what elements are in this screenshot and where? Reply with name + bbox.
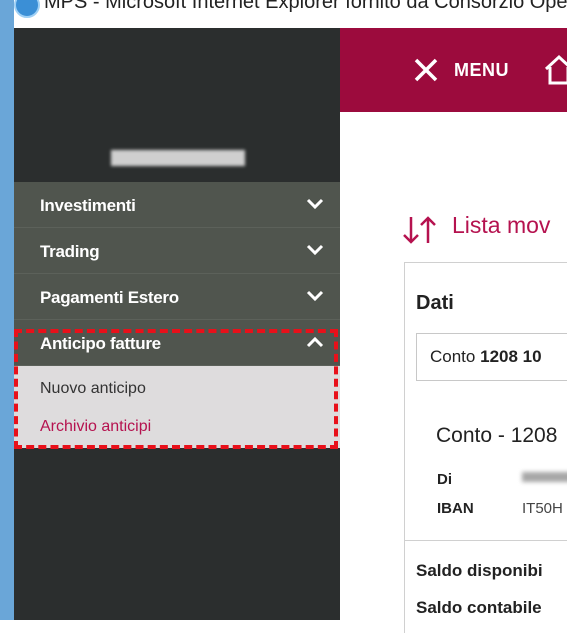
sidebar-item-label: Investimenti bbox=[40, 196, 136, 215]
sidebar-item-label: Trading bbox=[40, 242, 100, 261]
sidebar-item-pagamenti-estero[interactable]: Pagamenti Estero bbox=[14, 274, 340, 320]
sidebar-item-anticipo-fatture[interactable]: Anticipo fatture bbox=[14, 320, 340, 366]
account-select-prefix: Conto bbox=[430, 347, 476, 366]
account-select-number: 1208 10 bbox=[480, 347, 542, 366]
iban-label: IBAN bbox=[437, 500, 474, 517]
account-heading: Conto - 1208 bbox=[436, 424, 558, 447]
section-heading-dati: Dati bbox=[416, 292, 454, 314]
divider bbox=[404, 540, 567, 541]
sidebar-item-label: Pagamenti Estero bbox=[40, 288, 179, 307]
home-icon[interactable] bbox=[544, 54, 567, 86]
top-header: MENU bbox=[340, 28, 567, 112]
menu-label: MENU bbox=[454, 60, 509, 80]
submenu-anticipo-fatture: Nuovo anticipo Archivio anticipi bbox=[14, 366, 340, 448]
close-icon bbox=[414, 58, 438, 82]
sidebar-item-label: Anticipo fatture bbox=[40, 334, 161, 353]
window-titlebar: MPS - Microsoft Internet Explorer fornit… bbox=[0, 0, 567, 28]
window-border bbox=[0, 0, 14, 620]
account-select[interactable]: Conto 1208 10 bbox=[416, 333, 567, 381]
saldo-contabile-label: Saldo contabile bbox=[416, 598, 542, 617]
internet-explorer-icon bbox=[14, 0, 40, 18]
iban-value: IT50H bbox=[522, 500, 563, 517]
user-name: Cognome Nome bbox=[111, 150, 245, 166]
page-title-text: Lista mov bbox=[452, 212, 551, 238]
chevron-down-icon bbox=[306, 198, 324, 210]
di-label: Di bbox=[437, 471, 452, 488]
page-title: Lista mov bbox=[402, 212, 550, 239]
submenu-item-archivio-anticipi[interactable]: Archivio anticipi bbox=[14, 408, 340, 446]
sidebar-item-investimenti[interactable]: Investimenti bbox=[14, 182, 340, 228]
sidebar: Cognome Nome Investimenti Trading Pagame… bbox=[14, 28, 340, 620]
chevron-up-icon bbox=[306, 336, 324, 348]
sidebar-menu: Investimenti Trading Pagamenti Estero An… bbox=[14, 182, 340, 448]
submenu-item-nuovo-anticipo[interactable]: Nuovo anticipo bbox=[14, 370, 340, 408]
account-holder-value-redacted bbox=[522, 472, 567, 482]
saldo-disponibile-label: Saldo disponibi bbox=[416, 561, 543, 580]
chevron-down-icon bbox=[306, 290, 324, 302]
window-title: MPS - Microsoft Internet Explorer fornit… bbox=[44, 0, 567, 13]
sidebar-item-trading[interactable]: Trading bbox=[14, 228, 340, 274]
chevron-down-icon bbox=[306, 244, 324, 256]
